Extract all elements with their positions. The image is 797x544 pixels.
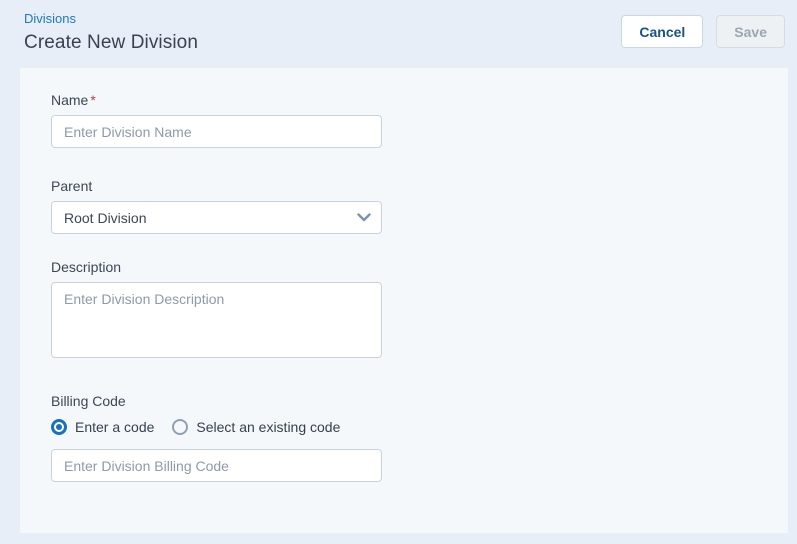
header-actions: Cancel Save xyxy=(621,15,785,48)
division-name-input[interactable] xyxy=(51,115,382,148)
required-asterisk: * xyxy=(90,92,95,108)
radio-selected-icon[interactable] xyxy=(51,419,67,435)
name-label-text: Name xyxy=(51,92,88,108)
radio-option-enter-a-code[interactable]: Enter a code xyxy=(51,419,154,435)
chevron-down-icon xyxy=(357,213,371,222)
name-label: Name* xyxy=(51,92,788,109)
billing-code-label: Billing Code xyxy=(51,393,788,410)
page-title: Create New Division xyxy=(24,29,198,56)
division-billing-code-input[interactable] xyxy=(51,449,382,482)
cancel-button[interactable]: Cancel xyxy=(621,15,703,48)
create-division-form: Name* Parent Root Division Description B… xyxy=(20,68,788,482)
save-button[interactable]: Save xyxy=(716,15,785,48)
parent-label: Parent xyxy=(51,178,788,195)
billing-code-field-group: Billing Code Enter a code Select an exis… xyxy=(51,393,788,482)
radio-unselected-icon[interactable] xyxy=(172,419,188,435)
parent-field-group: Parent Root Division xyxy=(51,178,788,234)
parent-division-select[interactable]: Root Division xyxy=(51,201,382,234)
page-header: Divisions Create New Division Cancel Sav… xyxy=(0,0,797,68)
parent-selected-value: Root Division xyxy=(64,210,146,226)
header-titles: Divisions Create New Division xyxy=(24,9,198,56)
description-field-group: Description xyxy=(51,259,788,358)
division-description-textarea[interactable] xyxy=(51,282,382,358)
form-panel: Name* Parent Root Division Description B… xyxy=(20,68,788,533)
radio-dot xyxy=(56,424,62,430)
description-label: Description xyxy=(51,259,788,276)
breadcrumb-divisions-link[interactable]: Divisions xyxy=(24,9,198,29)
radio-label-select-existing-code: Select an existing code xyxy=(196,419,340,435)
radio-label-enter-a-code: Enter a code xyxy=(75,419,154,435)
billing-code-radio-group: Enter a code Select an existing code xyxy=(51,419,788,435)
radio-option-select-existing-code[interactable]: Select an existing code xyxy=(172,419,340,435)
name-field-group: Name* xyxy=(51,92,788,148)
